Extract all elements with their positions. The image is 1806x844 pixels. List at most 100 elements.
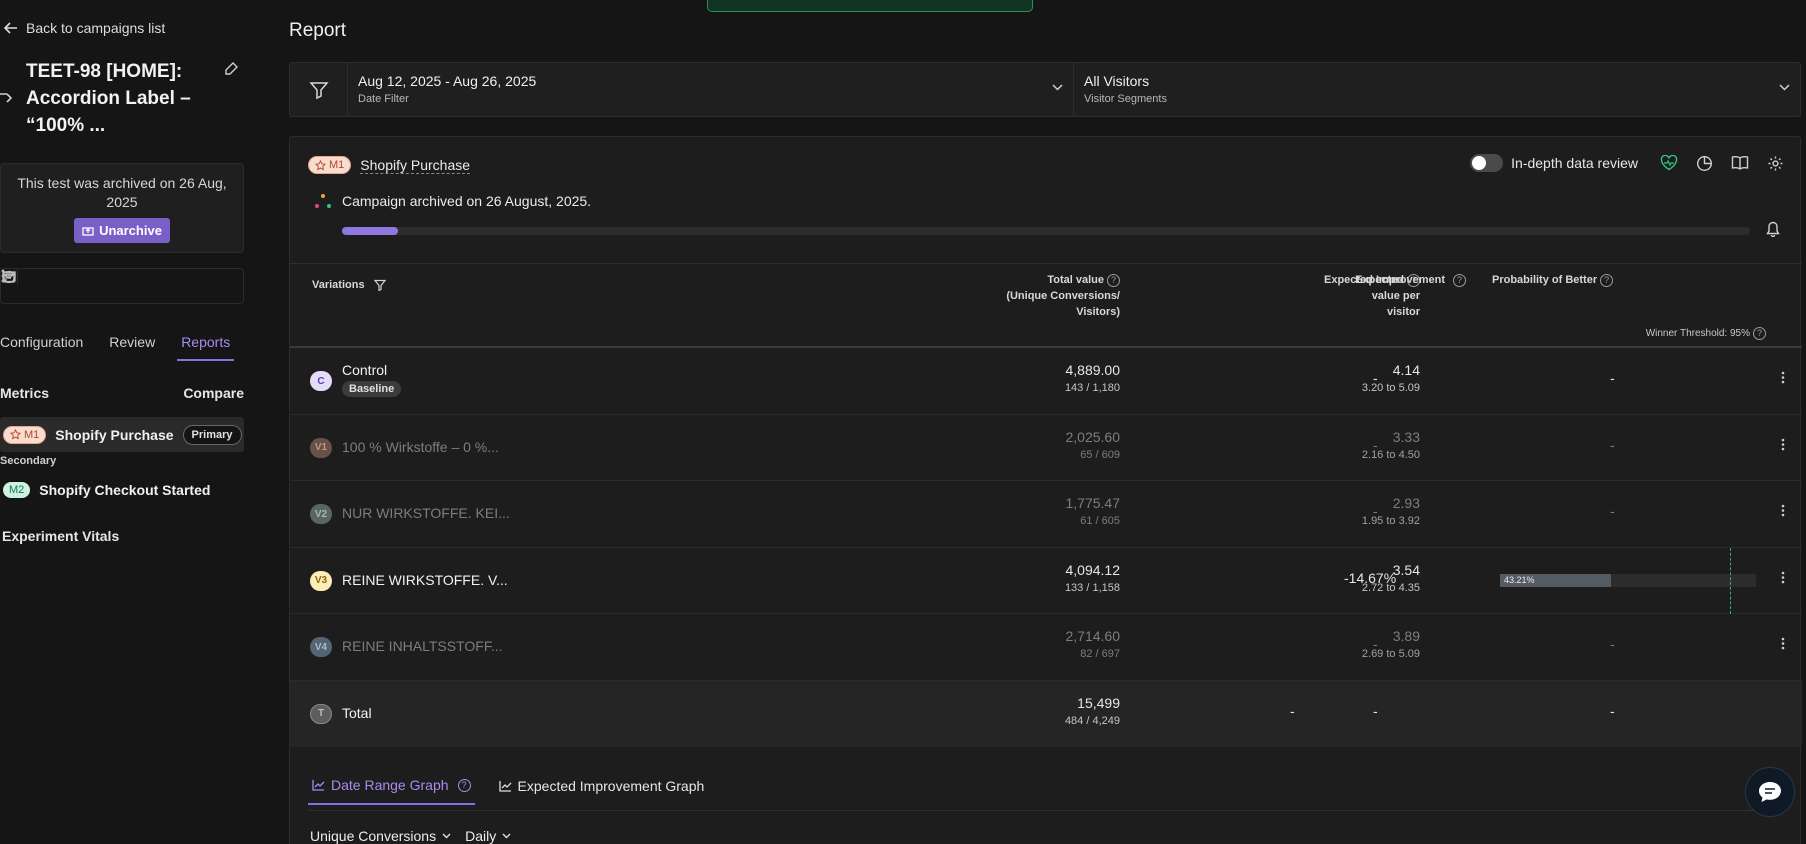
tab-reports[interactable]: Reports <box>177 334 235 361</box>
expected-value: 2.93 <box>1392 495 1420 511</box>
date-filter[interactable]: Aug 12, 2025 - Aug 26, 2025 Date Filter <box>348 63 1074 116</box>
header-probability-better: Probability of Better? <box>1492 272 1614 288</box>
heart-pulse-icon[interactable] <box>1660 155 1678 171</box>
filter-bar: Aug 12, 2025 - Aug 26, 2025 Date Filter … <box>289 62 1801 117</box>
header-variations: Variations <box>312 277 386 293</box>
table-row[interactable]: V2 NUR WIRKSTOFFE. KEI... 1,775.47 61 / … <box>290 481 1802 548</box>
tab-label: Expected Improvement Graph <box>517 778 705 794</box>
header-expected-improvement: Expected Improvement? <box>1324 272 1467 288</box>
experiment-vitals[interactable]: Experiment Vitals <box>2 528 119 544</box>
chart-line-icon <box>312 779 325 791</box>
archived-notice-box: This test was archived on 26 Aug, 2025 U… <box>0 163 244 253</box>
report-main: Report Aug 12, 2025 - Aug 26, 2025 Date … <box>288 0 1806 844</box>
chat-button[interactable] <box>1745 767 1795 817</box>
metric-report-panel: M1 Shopify Purchase In-depth data review <box>289 136 1802 844</box>
dropdown-label: Unique Conversions <box>310 828 437 844</box>
conversions: 143 / 1,180 <box>1064 382 1120 394</box>
metric-badge-label: M1 <box>24 428 40 441</box>
total-value-cell: 2,025.60 65 / 609 <box>920 429 1121 461</box>
total-value-cell: 4,889.00 143 / 1,180 <box>920 362 1120 394</box>
compare-button[interactable]: Compare <box>183 385 244 401</box>
bell-icon[interactable] <box>1766 221 1780 237</box>
table-row[interactable]: V3 REINE WIRKSTOFFE. V... 4,094.12 133 /… <box>290 547 1802 614</box>
interval-dropdown[interactable]: Daily <box>465 828 511 844</box>
header-total-value-line: Total value <box>1047 274 1104 286</box>
date-filter-label: Date Filter <box>358 93 409 105</box>
chevron-down-icon <box>1779 84 1790 91</box>
row-menu-icon[interactable] <box>1781 371 1785 384</box>
dropdown-label: Daily <box>465 828 497 844</box>
chevron-down-icon <box>442 833 451 839</box>
help-icon[interactable]: ? <box>1753 326 1766 340</box>
improvement-value: - <box>1373 702 1378 719</box>
total-value: 15,499 <box>1077 694 1120 711</box>
help-icon[interactable]: ? <box>1107 273 1120 287</box>
total-value: 4,889.00 <box>1065 362 1121 378</box>
unarchive-button[interactable]: Unarchive <box>74 218 170 243</box>
filter-icon[interactable] <box>373 279 386 292</box>
arrow-left-icon <box>4 21 18 35</box>
help-icon[interactable]: ? <box>1453 273 1467 287</box>
book-icon[interactable] <box>1731 155 1749 171</box>
pob-value: - <box>1610 636 1615 652</box>
metrics-heading: Metrics <box>0 385 50 401</box>
tab-review[interactable]: Review <box>109 334 155 361</box>
expected-range: 3.20 to 5.09 <box>1361 382 1420 394</box>
row-menu-icon[interactable] <box>1781 438 1785 451</box>
table-row[interactable]: C Control Baseline 4,889.00 143 / 1,180 … <box>290 348 1802 415</box>
metric-item-primary[interactable]: M1 Shopify Purchase Primary <box>0 417 244 452</box>
expected-range: 1.95 to 3.92 <box>1361 515 1420 527</box>
header-total-value-line: (Unique Conversions/ <box>1006 290 1120 302</box>
in-depth-label: In-depth data review <box>1511 155 1638 171</box>
header-improvement-label: Expected Improvement <box>1324 274 1446 286</box>
metric-name: Shopify Checkout Started <box>39 481 211 498</box>
expected-value: 3.33 <box>1392 428 1420 445</box>
total-value-cell: 1,775.47 61 / 605 <box>920 495 1121 527</box>
table-row[interactable]: V4 REINE INHALTSSTOFF... 2,714.60 82 / 6… <box>290 614 1802 681</box>
in-depth-toggle[interactable]: In-depth data review <box>1470 154 1638 172</box>
help-icon[interactable]: ? <box>457 778 471 792</box>
row-menu-icon[interactable] <box>1781 504 1785 517</box>
expected-value-cell: 4.14 3.20 to 5.09 <box>1220 362 1420 394</box>
row-menu-icon[interactable] <box>1781 571 1785 584</box>
improvement-value: - <box>1373 370 1378 386</box>
metrics-header: Metrics Compare <box>0 385 244 401</box>
metric-type-dropdown[interactable]: Unique Conversions <box>310 828 451 844</box>
back-link[interactable]: Back to campaigns list <box>4 20 165 36</box>
conversions: 133 / 1,158 <box>1064 581 1120 594</box>
star-icon <box>10 429 21 440</box>
unarchive-label: Unarchive <box>99 223 162 238</box>
table-header: Variations Total value? (Unique Conversi… <box>290 264 1802 348</box>
expected-value: 3.89 <box>1392 628 1420 644</box>
graph-tabs: Date Range Graph ? Expected Improvement … <box>308 777 708 805</box>
toggle-switch[interactable] <box>1470 154 1504 172</box>
pie-chart-icon[interactable] <box>1696 155 1713 172</box>
expected-value-cell: 3.89 2.69 to 5.09 <box>1220 628 1420 660</box>
help-icon[interactable]: ? <box>1600 273 1614 287</box>
more-vertical-icon[interactable] <box>1 269 5 283</box>
tab-expected-improvement-graph[interactable]: Expected Improvement Graph <box>495 777 709 805</box>
ab-test-icon <box>0 88 12 110</box>
variation-badge: C <box>310 371 332 391</box>
gear-icon[interactable] <box>1767 155 1784 172</box>
edit-icon[interactable] <box>224 61 239 76</box>
variation-name: REINE INHALTSSTOFF... <box>342 638 503 654</box>
tab-configuration[interactable]: Configuration <box>0 334 83 361</box>
filter-icon[interactable] <box>290 63 348 116</box>
header-pob-label: Probability of Better <box>1492 274 1598 286</box>
star-icon <box>315 159 326 171</box>
metric-name[interactable]: Shopify Purchase <box>360 157 471 174</box>
tab-date-range-graph[interactable]: Date Range Graph ? <box>308 777 475 805</box>
total-value: 2,714.60 <box>1065 628 1121 644</box>
conversions: 484 / 4,249 <box>1064 714 1120 727</box>
row-menu-icon[interactable] <box>1781 637 1785 650</box>
conversions: 65 / 609 <box>1080 448 1120 461</box>
expected-value: - <box>1290 702 1295 719</box>
metric-item-secondary[interactable]: M2 Shopify Checkout Started <box>0 472 244 507</box>
variation-name-wrap: Control Baseline <box>342 362 402 397</box>
header-expected-line: visitor <box>1386 306 1420 318</box>
table-row[interactable]: V1 100 % Wirkstoffe – 0 %... 2,025.60 65… <box>290 415 1802 481</box>
chevron-down-icon <box>502 833 511 839</box>
pob-value: - <box>1610 370 1615 386</box>
segment-filter[interactable]: All Visitors Visitor Segments <box>1074 63 1800 116</box>
